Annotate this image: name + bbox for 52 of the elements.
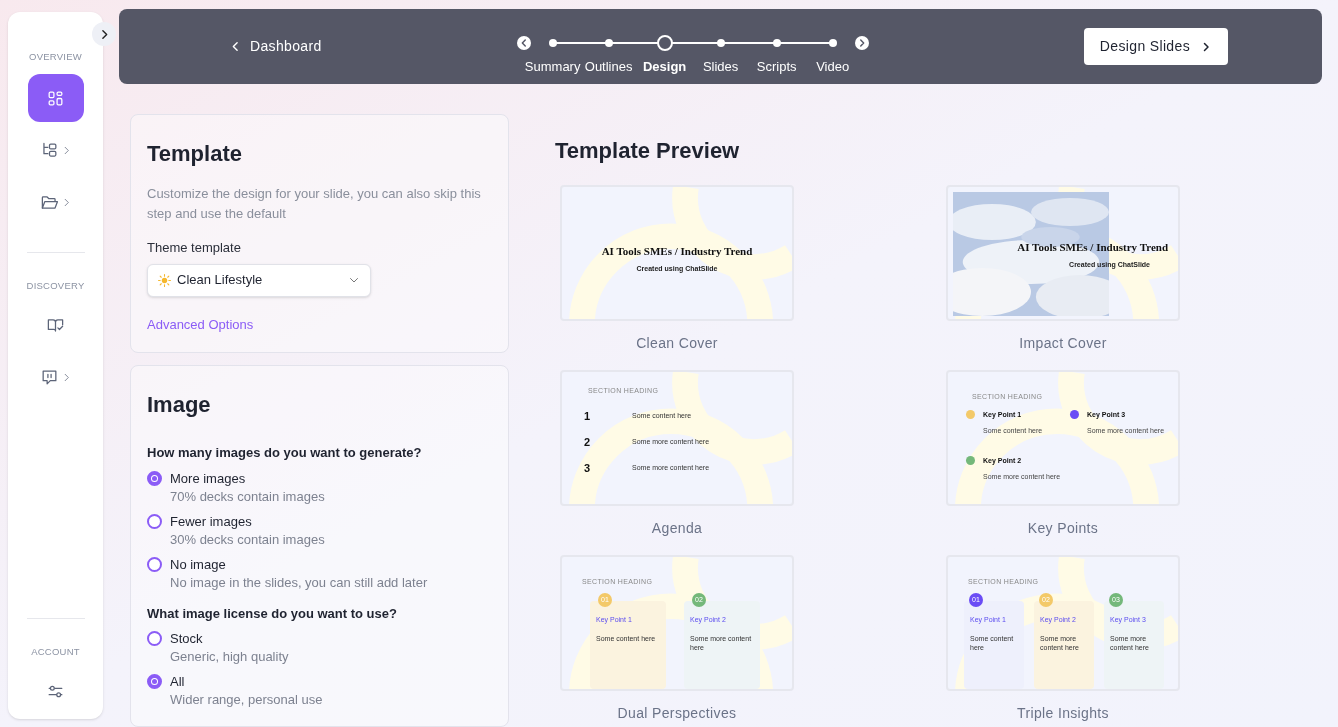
- option-description: 30% decks contain images: [170, 530, 325, 549]
- step-label[interactable]: Design: [642, 56, 687, 77]
- option-label: No image: [170, 555, 227, 573]
- slide-title: AI Tools SMEs / Industry Trend: [601, 244, 753, 259]
- sun-icon: [158, 273, 171, 287]
- section-heading: ACCOUNT: [31, 644, 80, 659]
- advanced-options-link[interactable]: Advanced Options: [147, 314, 492, 334]
- option-label: Fewer images: [170, 512, 253, 530]
- radio-button[interactable]: [147, 513, 162, 529]
- description-text: Customize the design for your slide, you can also skip this step and use the default: [147, 185, 482, 223]
- template-name: Key Points: [1027, 519, 1099, 538]
- template-name: Triple Insights: [1017, 704, 1109, 723]
- field-label: Theme template: [147, 239, 242, 257]
- option-label: Stock: [170, 630, 204, 647]
- option-description: 70% decks contain images: [170, 487, 325, 506]
- sidebar-toggle[interactable]: [92, 22, 116, 46]
- step-label[interactable]: Slides: [702, 56, 739, 77]
- step-label[interactable]: Summary: [524, 56, 581, 77]
- option-label: All: [170, 673, 186, 690]
- template-name: Dual Perspectives: [617, 704, 737, 723]
- step-label[interactable]: Scripts: [756, 56, 797, 77]
- radio-button[interactable]: [147, 631, 162, 646]
- step-label[interactable]: Outlines: [584, 56, 633, 77]
- question-text: How many images do you want to generate?: [147, 444, 423, 462]
- template-name: Clean Cover: [636, 334, 718, 353]
- step-label[interactable]: Video: [816, 56, 850, 77]
- next-step-button[interactable]: [854, 35, 869, 50]
- previous-step-button[interactable]: [516, 35, 531, 50]
- slide-number: 1: [584, 409, 592, 424]
- slide-number: 3: [584, 461, 592, 476]
- back-link[interactable]: Dashboard: [229, 36, 322, 57]
- sidebar-item[interactable]: [27, 74, 84, 123]
- template-name: Impact Cover: [1019, 334, 1107, 353]
- section-heading: OVERVIEW: [29, 50, 82, 64]
- radio-button[interactable]: [147, 674, 162, 689]
- slide-number: 2: [584, 435, 592, 450]
- radio-button[interactable]: [147, 470, 162, 486]
- section-title: Template Preview: [555, 137, 741, 165]
- option-description: Wider range, personal use: [170, 691, 323, 709]
- card-title: Template: [147, 140, 243, 168]
- question-text: What image license do you want to use?: [147, 604, 398, 623]
- section-heading: DISCOVERY: [26, 279, 85, 294]
- slide-title: AI Tools SMEs / Industry Trend: [1017, 240, 1168, 255]
- radio-button[interactable]: [147, 556, 162, 572]
- card-title: Image: [147, 391, 212, 419]
- option-description: Generic, high quality: [170, 648, 289, 666]
- theme-select[interactable]: Clean Lifestyle: [147, 263, 371, 297]
- option-description: No image in the slides, you can still add later: [170, 573, 428, 592]
- book-check-icon: [46, 316, 65, 335]
- option-label: More images: [170, 469, 247, 487]
- design-slides-button[interactable]: Design Slides: [1083, 28, 1228, 65]
- template-name: Agenda: [651, 519, 703, 538]
